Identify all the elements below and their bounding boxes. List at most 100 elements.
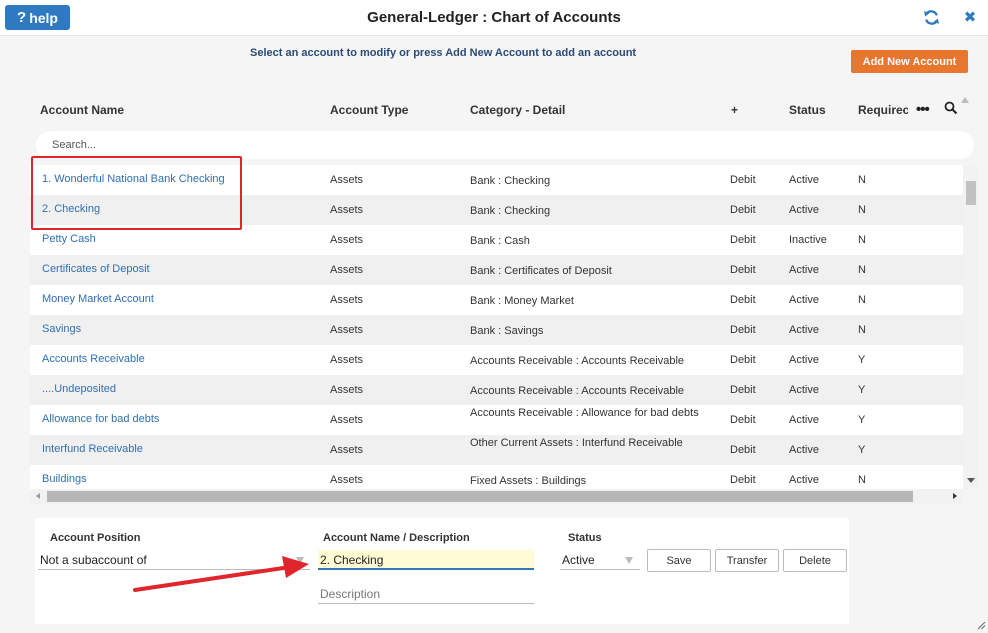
category-cell: Bank : Checking	[470, 205, 551, 217]
transfer-button[interactable]: Transfer	[715, 549, 779, 572]
sort-up-icon[interactable]	[961, 97, 969, 103]
horizontal-scroll-thumb[interactable]	[47, 491, 913, 502]
description-input[interactable]: Description	[318, 584, 534, 604]
account-type-cell: Assets	[330, 174, 364, 186]
debit-credit-cell: Debit	[730, 444, 756, 456]
horizontal-scrollbar[interactable]	[30, 489, 963, 504]
save-button[interactable]: Save	[647, 549, 711, 572]
required-cell: Y	[858, 354, 866, 366]
account-type-cell: Assets	[330, 294, 364, 306]
account-name-link[interactable]: Allowance for bad debts	[42, 413, 159, 425]
chevron-down-icon[interactable]	[296, 557, 304, 564]
debit-credit-cell: Debit	[730, 324, 756, 336]
table-row[interactable]: Allowance for bad debts Assets Accounts Re…	[30, 405, 963, 435]
required-cell: Y	[858, 444, 866, 456]
status-cell: Active	[789, 444, 819, 456]
required-cell: N	[858, 174, 866, 186]
category-cell: Fixed Assets : Buildings	[470, 475, 587, 487]
search-icon[interactable]	[944, 101, 958, 115]
account-name-link[interactable]: Interfund Receivable	[42, 443, 143, 455]
table-row[interactable]: 1. Wonderful National Bank Checking Asset…	[30, 165, 963, 195]
column-header-required[interactable]: Requirec	[858, 103, 908, 117]
column-header-category[interactable]: Category - Detail	[470, 103, 565, 117]
required-cell: Y	[858, 384, 866, 396]
account-type-cell: Assets	[330, 264, 364, 276]
table-row[interactable]: Certificates of Deposit Assets Bank : Cert…	[30, 255, 963, 285]
account-edit-panel: Account Position Not a subaccount of Acc…	[35, 518, 849, 624]
refresh-icon[interactable]	[923, 9, 940, 26]
required-cell: N	[858, 294, 866, 306]
account-type-cell: Assets	[330, 204, 364, 216]
column-header-plus[interactable]: +	[731, 103, 738, 117]
required-cell: N	[858, 204, 866, 216]
vertical-scrollbar[interactable]	[963, 165, 979, 489]
account-name-link[interactable]: Savings	[42, 323, 81, 335]
debit-credit-cell: Debit	[730, 474, 756, 486]
table-row[interactable]: Accounts Receivable Assets Accounts Receiv…	[30, 345, 963, 375]
status-cell: Active	[789, 294, 819, 306]
add-new-account-button[interactable]: Add New Account	[851, 50, 968, 73]
table-row[interactable]: Money Market Account Assets Bank : Money M…	[30, 285, 963, 315]
vertical-scroll-thumb[interactable]	[966, 181, 976, 205]
table-row[interactable]: Buildings Assets Fixed Assets : Buildings D…	[30, 465, 963, 489]
status-chevron-down-icon[interactable]	[625, 557, 633, 564]
scroll-down-icon[interactable]	[967, 478, 975, 483]
required-cell: N	[858, 474, 866, 486]
account-name-link[interactable]: ....Undeposited	[42, 383, 116, 395]
category-cell: Accounts Receivable : Accounts Receivabl…	[470, 355, 685, 367]
account-name-link[interactable]: Money Market Account	[42, 293, 154, 305]
category-cell: Accounts Receivable : Accounts Receivabl…	[470, 385, 685, 397]
title-bar: ? help General-Ledger : Chart of Account…	[0, 0, 988, 36]
status-cell: Active	[789, 204, 819, 216]
status-cell: Active	[789, 474, 819, 486]
account-type-cell: Assets	[330, 414, 364, 426]
close-icon[interactable]: ✖	[963, 9, 977, 26]
description-placeholder: Description	[320, 587, 381, 601]
required-cell: N	[858, 324, 866, 336]
debit-credit-cell: Debit	[730, 174, 756, 186]
category-cell: Bank : Certificates of Deposit	[470, 265, 612, 277]
accounts-table: 1. Wonderful National Bank Checking Asset…	[30, 165, 963, 489]
category-cell: Bank : Savings	[470, 325, 544, 337]
account-name-value: 2. Checking	[320, 553, 384, 567]
more-icon[interactable]: •••	[916, 101, 930, 118]
table-row[interactable]: Savings Assets Bank : Savings Debit Active N	[30, 315, 963, 345]
account-name-link[interactable]: Certificates of Deposit	[42, 263, 150, 275]
scroll-right-icon[interactable]	[953, 493, 957, 499]
table-row[interactable]: ....Undeposited Assets Accounts Receivable…	[30, 375, 963, 405]
page-title: General-Ledger : Chart of Accounts	[367, 9, 621, 26]
account-type-cell: Assets	[330, 474, 364, 486]
grid-header: Account Name Account Type Category - Det…	[0, 103, 988, 117]
column-header-status[interactable]: Status	[789, 103, 826, 117]
account-position-select[interactable]: Not a subaccount of	[38, 550, 310, 570]
status-cell: Active	[789, 174, 819, 186]
column-header-account-name[interactable]: Account Name	[40, 103, 124, 117]
category-cell: Bank : Money Market	[470, 295, 574, 307]
account-name-link[interactable]: 2. Checking	[42, 203, 100, 215]
debit-credit-cell: Debit	[730, 414, 756, 426]
resize-handle-icon[interactable]	[977, 621, 986, 630]
table-row[interactable]: Petty Cash Assets Bank : Cash Debit Inactive…	[30, 225, 963, 255]
debit-credit-cell: Debit	[730, 264, 756, 276]
account-name-link[interactable]: Buildings	[42, 473, 87, 485]
required-cell: Y	[858, 414, 866, 426]
account-type-cell: Assets	[330, 324, 364, 336]
account-name-link[interactable]: Accounts Receivable	[42, 353, 145, 365]
column-header-account-type[interactable]: Account Type	[330, 103, 408, 117]
status-cell: Active	[789, 264, 819, 276]
scroll-left-icon[interactable]	[36, 493, 40, 499]
status-cell: Active	[789, 414, 819, 426]
account-type-cell: Assets	[330, 444, 364, 456]
category-cell: Bank : Cash	[470, 235, 530, 247]
account-name-link[interactable]: Petty Cash	[42, 233, 96, 245]
delete-button[interactable]: Delete	[783, 549, 847, 572]
table-row[interactable]: 2. Checking Assets Bank : Checking Debit Act…	[30, 195, 963, 225]
category-cell: Bank : Checking	[470, 175, 551, 187]
account-name-input[interactable]: 2. Checking	[318, 550, 534, 570]
table-row[interactable]: Interfund Receivable Assets Other Current …	[30, 435, 963, 465]
account-name-link[interactable]: 1. Wonderful National Bank Checking	[42, 173, 225, 185]
search-input[interactable]	[36, 131, 974, 159]
status-cell: Active	[789, 324, 819, 336]
account-position-label: Account Position	[50, 532, 141, 544]
status-label: Status	[568, 532, 602, 544]
